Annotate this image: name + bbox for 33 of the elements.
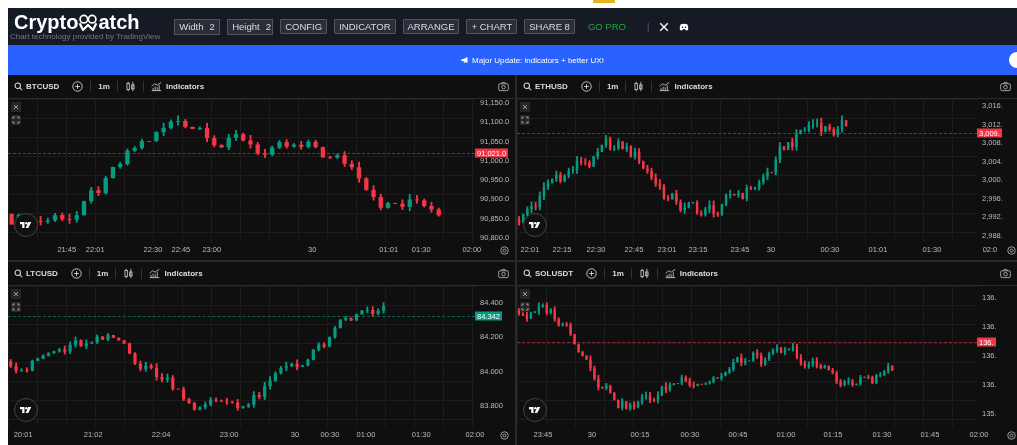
symbol-search[interactable]: LTCUSD [14,269,58,278]
indicators-label: Indicators [674,82,713,91]
indicators-button[interactable]: Indicators [664,268,719,279]
symbol-search[interactable]: SOLUSDT [523,269,574,278]
number-field[interactable]: Height 2 [227,18,274,35]
separator: | [646,21,650,32]
indicators-button[interactable]: Indicators [150,81,205,92]
tagline: Chart technology provided by TradingView [10,32,161,41]
interval-button[interactable]: 1m [612,269,624,278]
indicators-label: Indicators [679,269,719,278]
interval-button[interactable]: 1m [96,269,109,278]
logo: Crypto atch [14,12,141,32]
indicators-button[interactable]: Indicators [149,268,203,279]
toolbar-button[interactable]: + CHART [466,19,518,34]
banner-text: Major Update: indicators + better UX! [472,55,604,65]
interval-button[interactable]: 1m [606,82,619,91]
indicators-button[interactable]: Indicators [659,81,713,92]
symbol-label: LTCUSD [26,269,58,278]
toolbar-button[interactable]: INDICATOR [334,19,396,34]
toolbar-button[interactable]: SHARE 8 [524,19,575,34]
indicators-label: Indicators [164,269,203,278]
pro-link[interactable]: GO PRO [587,21,626,32]
symbol-label: SOLUSDT [535,269,574,278]
interval-button[interactable]: 1m [98,82,110,91]
symbol-label: ETHUSD [535,82,568,91]
symbol-search[interactable]: BTCUSD [14,82,60,91]
symbol-label: BTCUSD [26,82,60,91]
number-input[interactable]: 2 [209,21,222,32]
toolbar-button[interactable]: ARRANGE [402,19,460,34]
indicators-label: Indicators [165,82,205,91]
number-field[interactable]: Width 2 [174,18,221,35]
symbol-search[interactable]: ETHUSD [523,82,568,91]
toolbar-button[interactable]: CONFIG [280,19,328,34]
